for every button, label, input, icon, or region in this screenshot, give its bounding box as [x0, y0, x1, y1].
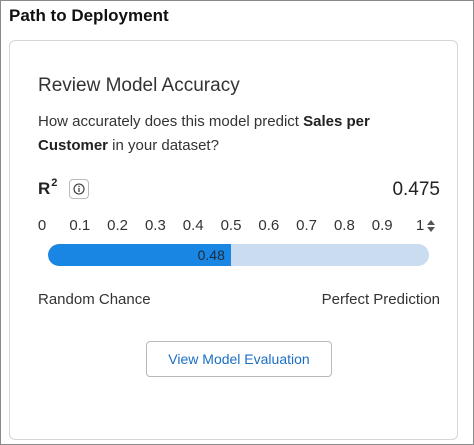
- question-prefix: How accurately does this model predict: [38, 113, 304, 130]
- accuracy-bar-value: 0.48: [197, 247, 225, 263]
- deployment-panel: Path to Deployment Review Model Accuracy…: [0, 0, 474, 445]
- scale-tick: 0.4: [182, 217, 204, 234]
- card-heading: Review Model Accuracy: [38, 75, 240, 96]
- question-suffix: in your dataset?: [108, 137, 219, 154]
- scale-tick: 0.8: [333, 217, 355, 234]
- info-button[interactable]: [69, 179, 89, 199]
- r-squared-label: R2: [38, 177, 58, 199]
- scale-tick: 0.6: [258, 217, 280, 234]
- accuracy-bar-track: 0.48: [48, 244, 429, 266]
- scale-tick: 0.2: [107, 217, 129, 234]
- random-chance-label: Random Chance: [38, 291, 151, 308]
- r-squared-value: 0.475: [392, 179, 440, 200]
- scale-tick: 1: [415, 217, 425, 234]
- scale-tick: 0.9: [371, 217, 393, 234]
- accuracy-question: How accurately does this model predict S…: [38, 110, 433, 158]
- scale-tick: 0.7: [296, 217, 318, 234]
- scale-tick: 0.5: [220, 217, 242, 234]
- accuracy-bar-fill: 0.48: [48, 244, 231, 266]
- up-down-spinner-icon[interactable]: [426, 219, 436, 233]
- perfect-prediction-label: Perfect Prediction: [321, 291, 440, 308]
- scale-tick: 0: [37, 217, 47, 234]
- model-accuracy-card: Review Model Accuracy How accurately doe…: [9, 40, 458, 440]
- scale-ticks: 0 0.1 0.2 0.3 0.4 0.5 0.6 0.7 0.8 0.9 1: [38, 217, 438, 237]
- view-model-evaluation-button[interactable]: View Model Evaluation: [146, 341, 332, 377]
- r-squared-superscript: 2: [51, 177, 58, 189]
- scale-tick: 0.1: [69, 217, 91, 234]
- panel-title: Path to Deployment: [9, 6, 169, 25]
- info-circle-icon: [73, 183, 85, 195]
- scale-tick: 0.3: [144, 217, 166, 234]
- r-squared-letter: R: [38, 179, 51, 198]
